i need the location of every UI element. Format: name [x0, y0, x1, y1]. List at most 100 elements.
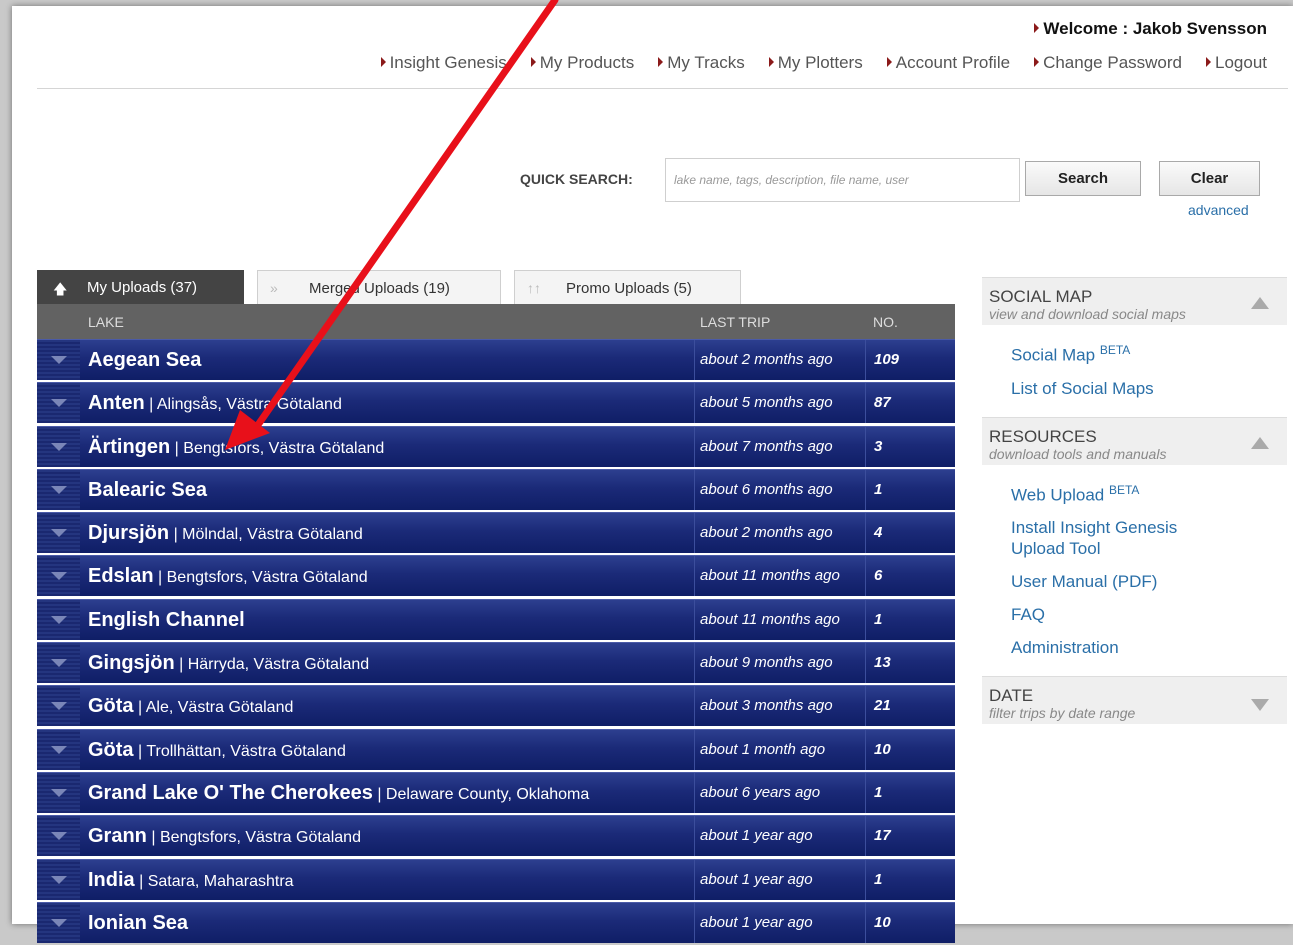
table-row[interactable]: Ionian Sea about 1 year ago 10 — [37, 901, 955, 943]
chevron-down-icon — [51, 788, 67, 797]
collapse-icon[interactable] — [1251, 297, 1269, 309]
table-row[interactable]: Anten | Alingsås, Västra Götaland about 5… — [37, 382, 955, 424]
expand-row-handle[interactable] — [37, 513, 80, 554]
list-social-maps-link[interactable]: List of Social Maps — [1011, 378, 1287, 399]
nav-my-tracks[interactable]: My Tracks — [658, 53, 745, 73]
column-divider — [694, 902, 695, 943]
chevron-down-icon — [51, 572, 67, 581]
advanced-search-link[interactable]: advanced — [1188, 202, 1249, 218]
col-last-trip[interactable]: LAST TRIP — [700, 314, 770, 330]
administration-link[interactable]: Administration — [1011, 637, 1287, 658]
expand-row-handle[interactable] — [37, 383, 80, 424]
trip-count-cell: 1 — [874, 870, 883, 888]
col-no[interactable]: NO. — [873, 314, 898, 330]
nav-logout[interactable]: Logout — [1206, 53, 1267, 73]
chevron-down-icon — [51, 745, 67, 754]
lake-name-cell[interactable]: Ärtingen | Bengtsfors, Västra Götaland — [88, 436, 384, 459]
nav-change-password[interactable]: Change Password — [1034, 53, 1182, 73]
bullet-icon — [886, 57, 892, 67]
tab-promo-uploads[interactable]: ↑↑ Promo Uploads (5) — [514, 270, 741, 304]
expand-row-handle[interactable] — [37, 859, 80, 900]
expand-row-handle[interactable] — [37, 772, 80, 813]
table-row[interactable]: Göta | Ale, Västra Götaland about 3 month… — [37, 685, 955, 727]
last-trip-cell: about 1 year ago — [700, 870, 813, 888]
tab-my-uploads[interactable]: 🡅 My Uploads (37) — [37, 270, 244, 304]
lake-name-cell[interactable]: Anten | Alingsås, Västra Götaland — [88, 392, 342, 415]
clear-button[interactable]: Clear — [1159, 161, 1260, 196]
quick-search-input[interactable] — [665, 158, 1020, 202]
resources-section[interactable]: RESOURCES download tools and manuals — [982, 416, 1287, 465]
lake-name: Aegean Sea — [88, 349, 202, 371]
table-row[interactable]: Ärtingen | Bengtsfors, Västra Götaland ab… — [37, 425, 955, 467]
last-trip-cell: about 6 years ago — [700, 783, 821, 801]
table-row[interactable]: Gingsjön | Härryda, Västra Götaland about… — [37, 642, 955, 684]
trip-count-cell: 21 — [874, 697, 891, 715]
table-row[interactable]: Grand Lake O' The Cherokees | Delaware C… — [37, 771, 955, 813]
nav-account-profile[interactable]: Account Profile — [886, 53, 1010, 73]
table-header: LAKE LAST TRIP NO. — [37, 304, 955, 339]
expand-row-handle[interactable] — [37, 729, 80, 770]
lake-name: India — [88, 868, 135, 891]
lake-name-cell[interactable]: Grann | Bengtsfors, Västra Götaland — [88, 825, 361, 848]
nav-my-plotters[interactable]: My Plotters — [768, 53, 863, 73]
lake-location: | Bengtsfors, Västra Götaland — [158, 569, 368, 587]
col-lake[interactable]: LAKE — [88, 314, 124, 330]
page: Welcome : Jakob Svensson Insight Genesis… — [12, 6, 1293, 943]
header-divider — [37, 88, 1288, 89]
expand-row-handle[interactable] — [37, 469, 80, 510]
table-row[interactable]: Djursjön | Mölndal, Västra Götaland about… — [37, 512, 955, 554]
install-upload-tool-link[interactable]: Install Insight Genesis Upload Tool — [1011, 517, 1221, 559]
expand-row-handle[interactable] — [37, 426, 80, 467]
table-row[interactable]: English Channel about 11 months ago 1 — [37, 598, 955, 640]
table-row[interactable]: Edslan | Bengtsfors, Västra Götaland abou… — [37, 555, 955, 597]
social-map-section[interactable]: SOCIAL MAP view and download social maps — [982, 277, 1287, 325]
lake-name-cell[interactable]: English Channel — [88, 609, 245, 632]
lake-name-cell[interactable]: Balearic Sea — [88, 479, 207, 502]
date-section[interactable]: DATE filter trips by date range — [982, 676, 1287, 725]
expand-row-handle[interactable] — [37, 599, 80, 640]
collapse-icon[interactable] — [1251, 436, 1269, 449]
lake-name-cell[interactable]: Gingsjön | Härryda, Västra Götaland — [88, 652, 369, 675]
nav-my-products[interactable]: My Products — [530, 53, 634, 73]
lake-name-cell[interactable]: Aegean Sea — [88, 349, 201, 372]
chevron-down-icon — [51, 399, 67, 408]
lake-name-cell[interactable]: Göta | Trollhättan, Västra Götaland — [88, 739, 346, 762]
table-row[interactable]: Göta | Trollhättan, Västra Götaland about… — [37, 728, 955, 770]
expand-row-handle[interactable] — [37, 340, 80, 380]
table-row[interactable]: Balearic Sea about 6 months ago 1 — [37, 468, 955, 510]
chevron-down-icon — [51, 659, 67, 668]
expand-row-handle[interactable] — [37, 816, 80, 857]
welcome-message: Welcome : Jakob Svensson — [1034, 19, 1267, 39]
tab-merged-uploads[interactable]: » Merged Uploads (19) — [257, 270, 501, 304]
table-row[interactable]: India | Satara, Maharashtra about 1 year … — [37, 858, 955, 900]
last-trip-cell: about 7 months ago — [700, 437, 833, 455]
lake-name-cell[interactable]: Ionian Sea — [88, 912, 188, 935]
lake-name: Göta — [88, 738, 134, 761]
nav-insight-genesis[interactable]: Insight Genesis — [380, 53, 507, 73]
social-map-link[interactable]: Social Map BETA — [1011, 340, 1287, 366]
column-divider — [694, 859, 695, 900]
column-divider — [694, 686, 695, 727]
lake-name-cell[interactable]: Göta | Ale, Västra Götaland — [88, 695, 293, 718]
faq-link[interactable]: FAQ — [1011, 604, 1287, 625]
table-row[interactable]: Aegean Sea about 2 months ago 109 — [37, 339, 955, 380]
lake-name-cell[interactable]: India | Satara, Maharashtra — [88, 869, 294, 892]
expand-icon[interactable] — [1251, 699, 1269, 712]
expand-row-handle[interactable] — [37, 643, 80, 684]
lake-name-cell[interactable]: Djursjön | Mölndal, Västra Götaland — [88, 522, 363, 545]
search-button[interactable]: Search — [1025, 161, 1141, 196]
expand-row-handle[interactable] — [37, 556, 80, 597]
bullet-icon — [530, 57, 536, 67]
lake-name-cell[interactable]: Grand Lake O' The Cherokees | Delaware C… — [88, 782, 589, 805]
user-manual-link[interactable]: User Manual (PDF) — [1011, 571, 1287, 592]
column-divider — [694, 469, 695, 510]
web-upload-link[interactable]: Web Upload BETA — [1011, 480, 1287, 506]
chevron-down-icon — [51, 529, 67, 538]
last-trip-cell: about 2 months ago — [700, 351, 833, 368]
table-row[interactable]: Grann | Bengtsfors, Västra Götaland about… — [37, 815, 955, 857]
column-divider — [865, 599, 866, 640]
expand-row-handle[interactable] — [37, 902, 80, 943]
column-divider — [865, 383, 866, 424]
expand-row-handle[interactable] — [37, 686, 80, 727]
lake-name-cell[interactable]: Edslan | Bengtsfors, Västra Götaland — [88, 565, 368, 588]
